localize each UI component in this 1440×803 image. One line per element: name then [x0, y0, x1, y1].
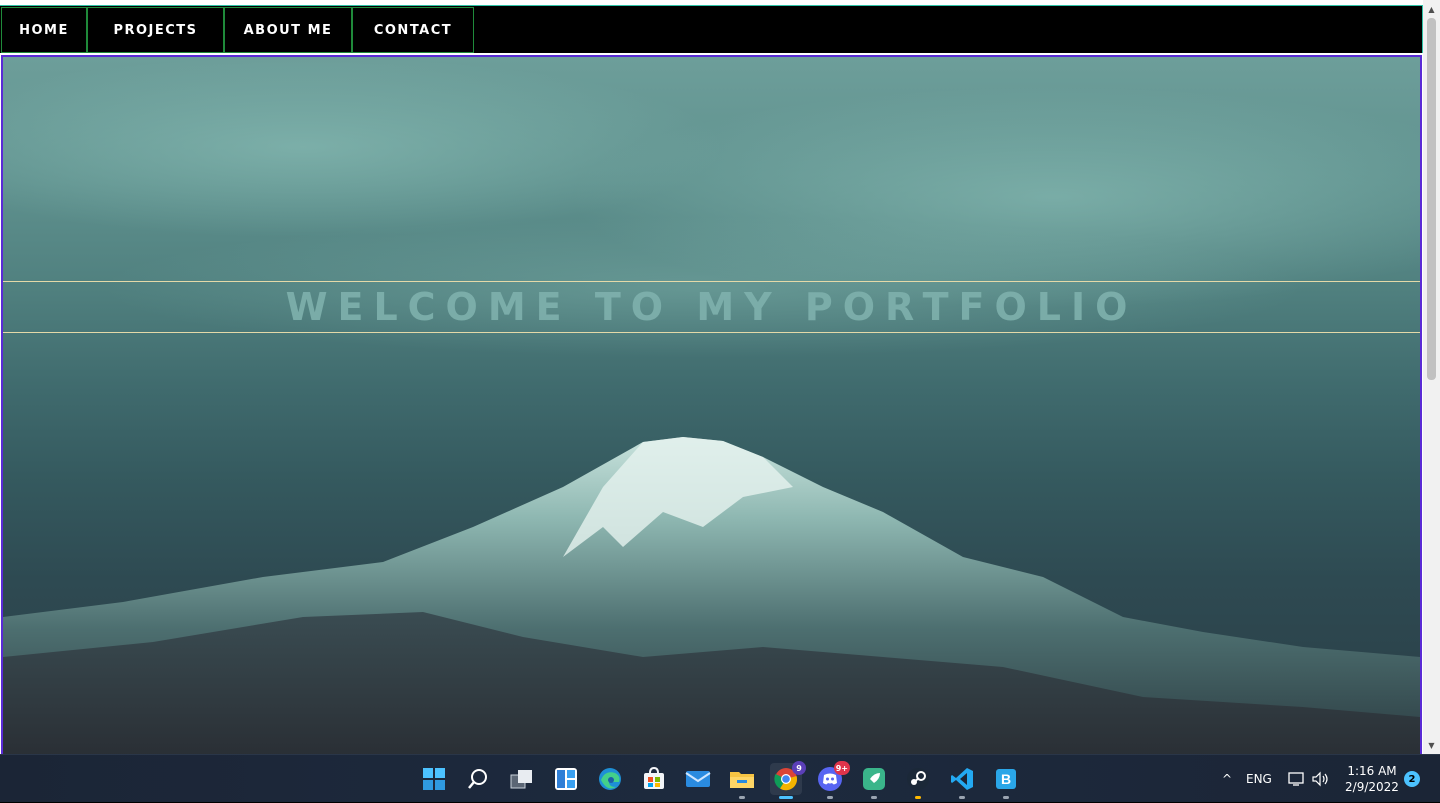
- banner-bottom-line: [3, 332, 1420, 333]
- scroll-up-arrow-icon[interactable]: ▲: [1423, 2, 1440, 16]
- discord-icon[interactable]: 9+: [814, 761, 850, 799]
- chrome-icon[interactable]: 9: [770, 761, 806, 799]
- tray-overflow-chevron-up-icon[interactable]: ^: [1218, 755, 1236, 803]
- store-icon[interactable]: [638, 763, 670, 795]
- notification-badge[interactable]: 2: [1404, 771, 1420, 787]
- navbar: Home Projects About me Contact: [0, 5, 1423, 53]
- running-indicator: [739, 796, 745, 799]
- nav-contact[interactable]: Contact: [352, 7, 474, 53]
- windows-taskbar: 9 9+ B ^ ENG 1:16 AM 2/9/2022 2: [0, 754, 1440, 802]
- search-icon[interactable]: [462, 763, 494, 795]
- browser-viewport: Home Projects About me Contact: [0, 0, 1440, 754]
- running-indicator: [915, 796, 921, 799]
- language-indicator[interactable]: ENG: [1246, 755, 1276, 803]
- scroll-down-arrow-icon[interactable]: ▼: [1423, 738, 1440, 752]
- file-explorer-icon[interactable]: [726, 763, 758, 799]
- rocket-launcher-icon[interactable]: [858, 763, 890, 799]
- hero-section: WELCOME TO MY PORTFOLIO: [1, 55, 1422, 754]
- running-indicator: [871, 796, 877, 799]
- vscode-icon[interactable]: [946, 763, 978, 799]
- welcome-title: WELCOME TO MY PORTFOLIO: [285, 285, 1138, 329]
- svg-text:B: B: [1001, 771, 1011, 787]
- chrome-badge: 9: [792, 761, 806, 775]
- running-indicator: [827, 796, 833, 799]
- portfolio-site: Home Projects About me Contact: [0, 5, 1423, 754]
- app-b-icon[interactable]: B: [990, 763, 1022, 799]
- active-indicator: [779, 796, 793, 799]
- widgets-icon[interactable]: [550, 763, 582, 795]
- vertical-scrollbar[interactable]: ▲ ▼: [1423, 0, 1440, 754]
- running-indicator: [1003, 796, 1009, 799]
- edge-icon[interactable]: [594, 763, 626, 795]
- banner-top-line: [3, 281, 1420, 282]
- mountain-background-image: [3, 57, 1420, 754]
- network-icon[interactable]: [1288, 755, 1308, 803]
- mail-icon[interactable]: [682, 763, 714, 795]
- clock-time: 1:16 AM: [1347, 764, 1397, 778]
- task-view-icon[interactable]: [506, 763, 538, 795]
- running-indicator: [959, 796, 965, 799]
- steam-icon[interactable]: [902, 763, 934, 799]
- volume-icon[interactable]: [1312, 755, 1332, 803]
- clock-date: 2/9/2022: [1345, 780, 1399, 794]
- discord-badge: 9+: [833, 761, 850, 775]
- nav-home[interactable]: Home: [1, 7, 87, 53]
- nav-about-me[interactable]: About me: [224, 7, 352, 53]
- scroll-thumb[interactable]: [1427, 18, 1436, 380]
- start-icon[interactable]: [418, 763, 450, 795]
- nav-projects[interactable]: Projects: [87, 7, 224, 53]
- system-clock[interactable]: 1:16 AM 2/9/2022: [1340, 763, 1404, 795]
